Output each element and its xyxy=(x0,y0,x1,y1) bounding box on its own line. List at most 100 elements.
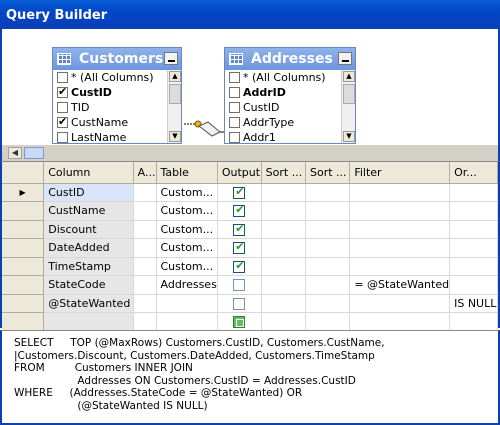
filter-cell[interactable] xyxy=(349,201,451,221)
column-checkbox[interactable] xyxy=(57,72,68,83)
join-link-icon[interactable] xyxy=(184,114,224,142)
customers-scrollbar[interactable]: ▲ ▼ xyxy=(167,70,181,143)
output-cell[interactable] xyxy=(217,201,262,221)
table-column-item[interactable]: * (All Columns) xyxy=(225,70,341,85)
row-selector[interactable] xyxy=(2,312,45,332)
column-cell[interactable]: CustName xyxy=(43,201,134,221)
sort-order-cell[interactable] xyxy=(305,183,351,202)
output-checkbox[interactable] xyxy=(233,203,246,218)
table-cell[interactable]: Addresses xyxy=(156,275,218,295)
output-checkbox[interactable] xyxy=(233,259,246,273)
or-cell[interactable] xyxy=(449,183,498,202)
filter-cell[interactable] xyxy=(349,257,451,276)
output-checkbox[interactable] xyxy=(233,240,246,255)
alias-cell[interactable] xyxy=(133,294,157,313)
output-cell[interactable] xyxy=(217,275,262,295)
table-cell[interactable] xyxy=(156,294,218,313)
grid-row[interactable]: TimeStamp Custom... xyxy=(2,257,498,276)
or-header[interactable]: Or... xyxy=(449,162,498,184)
sort-order-cell[interactable] xyxy=(305,312,351,332)
grid-row[interactable] xyxy=(2,312,498,332)
sort-type-header[interactable]: Sort ... xyxy=(261,162,306,184)
column-cell[interactable]: StateCode xyxy=(43,275,134,295)
column-cell[interactable]: Discount xyxy=(43,220,134,239)
sort-order-header[interactable]: Sort ... xyxy=(305,162,351,184)
grid-row[interactable]: @StateWanted IS NULL xyxy=(2,294,498,313)
column-checkbox[interactable] xyxy=(57,132,68,143)
minimize-button[interactable] xyxy=(164,52,178,65)
row-selector[interactable] xyxy=(2,201,45,221)
filter-cell[interactable] xyxy=(349,312,451,332)
grid-row[interactable]: CustName Custom... xyxy=(2,201,498,221)
row-selector[interactable]: ▶ xyxy=(2,183,45,202)
output-checkbox[interactable] xyxy=(233,279,246,292)
output-cell[interactable] xyxy=(217,238,262,258)
customers-table-window[interactable]: Customers * (All Columns) CustID TID CustNa… xyxy=(52,47,182,144)
sort-order-cell[interactable] xyxy=(305,257,351,276)
scroll-up-icon[interactable]: ▲ xyxy=(169,71,181,82)
sort-type-cell[interactable] xyxy=(261,275,306,295)
sort-order-cell[interactable] xyxy=(305,275,351,295)
or-cell[interactable] xyxy=(449,275,498,295)
row-selector[interactable] xyxy=(2,238,45,258)
row-selector[interactable] xyxy=(2,257,45,276)
customers-table-header[interactable]: Customers xyxy=(53,48,181,70)
scroll-thumb[interactable] xyxy=(343,84,355,104)
alias-cell[interactable] xyxy=(133,257,157,276)
sort-type-cell[interactable] xyxy=(261,220,306,239)
alias-cell[interactable] xyxy=(133,220,157,239)
grid-row[interactable]: DateAdded Custom... xyxy=(2,238,498,258)
output-checkbox[interactable] xyxy=(233,222,246,236)
filter-cell[interactable]: = @StateWanted xyxy=(349,275,451,295)
grid-row[interactable]: ▶ CustID Custom... xyxy=(2,183,498,202)
column-cell[interactable]: DateAdded xyxy=(43,238,134,258)
table-cell[interactable]: Custom... xyxy=(156,220,218,239)
alias-cell[interactable] xyxy=(133,201,157,221)
table-header[interactable]: Table xyxy=(156,162,218,184)
output-header[interactable]: Output xyxy=(217,162,262,184)
table-column-item[interactable]: CustID xyxy=(225,100,341,115)
column-checkbox[interactable] xyxy=(229,102,240,113)
table-cell[interactable] xyxy=(156,312,218,332)
or-cell[interactable] xyxy=(449,312,498,332)
filter-cell[interactable] xyxy=(349,183,451,202)
or-cell[interactable]: IS NULL xyxy=(449,294,498,313)
output-checkbox[interactable] xyxy=(233,185,246,199)
sort-type-cell[interactable] xyxy=(261,312,306,332)
sort-type-cell[interactable] xyxy=(261,183,306,202)
addresses-table-window[interactable]: Addresses * (All Columns) AddrID CustID Add… xyxy=(224,47,356,144)
scroll-down-icon[interactable]: ▼ xyxy=(343,131,355,142)
column-checkbox[interactable] xyxy=(229,132,240,143)
column-checkbox[interactable] xyxy=(229,72,240,83)
or-cell[interactable] xyxy=(449,257,498,276)
output-checkbox[interactable] xyxy=(233,297,246,310)
output-cell[interactable] xyxy=(217,312,262,332)
alias-cell[interactable] xyxy=(133,238,157,258)
output-cell[interactable] xyxy=(217,220,262,239)
minimize-button[interactable] xyxy=(338,52,352,65)
column-checkbox[interactable] xyxy=(57,85,68,98)
table-cell[interactable]: Custom... xyxy=(156,257,218,276)
alias-header[interactable]: A... xyxy=(133,162,157,184)
filter-cell[interactable] xyxy=(349,220,451,239)
filter-cell[interactable] xyxy=(349,294,451,313)
table-column-item[interactable]: AddrID xyxy=(225,85,341,100)
column-cell[interactable]: TimeStamp xyxy=(43,257,134,276)
or-cell[interactable] xyxy=(449,220,498,239)
table-cell[interactable]: Custom... xyxy=(156,183,218,202)
scroll-down-icon[interactable]: ▼ xyxy=(169,131,181,142)
alias-cell[interactable] xyxy=(133,312,157,332)
sort-order-cell[interactable] xyxy=(305,294,351,313)
column-checkbox[interactable] xyxy=(229,117,240,128)
filter-header[interactable]: Filter xyxy=(349,162,451,184)
sort-order-cell[interactable] xyxy=(305,220,351,239)
column-checkbox[interactable] xyxy=(57,102,68,113)
alias-cell[interactable] xyxy=(133,183,157,202)
scroll-thumb[interactable] xyxy=(24,147,44,159)
table-column-item[interactable]: TID xyxy=(53,100,167,115)
table-cell[interactable]: Custom... xyxy=(156,201,218,221)
table-column-item[interactable]: LastName xyxy=(53,130,167,143)
scroll-thumb[interactable] xyxy=(169,84,181,104)
output-cell[interactable] xyxy=(217,294,262,313)
output-cell[interactable] xyxy=(217,183,262,202)
